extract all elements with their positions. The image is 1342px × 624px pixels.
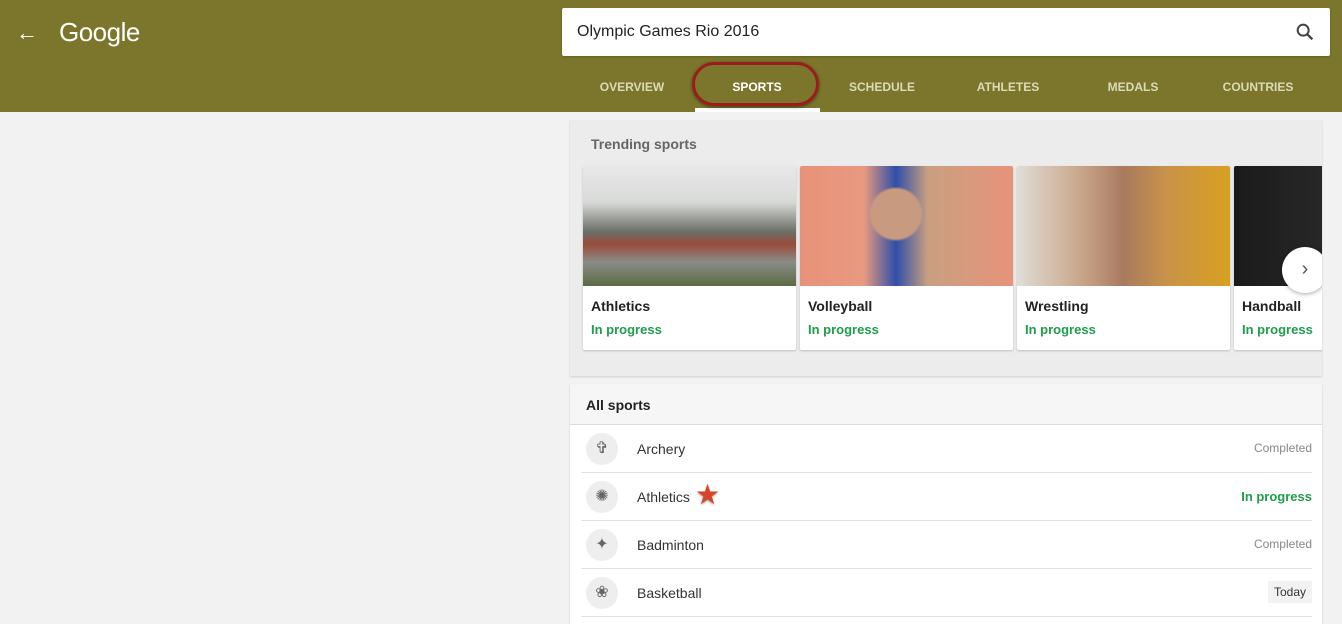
list-item-basketball[interactable]: ❀ Basketball Today [581, 569, 1312, 617]
athletics-icon: ✺ [586, 481, 618, 513]
active-tab-indicator [695, 108, 820, 112]
tab-overview[interactable]: OVERVIEW [572, 80, 692, 94]
tab-countries[interactable]: COUNTRIES [1198, 80, 1318, 94]
google-logo[interactable]: Google [59, 17, 140, 48]
chevron-right-icon[interactable]: › [1282, 247, 1322, 293]
all-sports-panel: All sports ✞ Archery Completed ✺ Athleti… [570, 384, 1322, 624]
list-item-badminton[interactable]: ✦ Badminton Completed [581, 521, 1312, 569]
search-box [562, 8, 1330, 56]
trending-sports-panel: Trending sports Athletics In progress Vo… [570, 120, 1322, 376]
trending-card-athletics[interactable]: Athletics In progress [583, 166, 796, 350]
archery-icon: ✞ [586, 433, 618, 465]
highlight-annotation [692, 62, 819, 106]
back-arrow-icon[interactable]: ← [16, 20, 38, 46]
athletics-image [583, 166, 796, 286]
list-item-athletics[interactable]: ✺ Athletics ★ In progress [581, 473, 1312, 521]
tab-medals[interactable]: MEDALS [1073, 80, 1193, 94]
search-icon[interactable] [1294, 21, 1316, 43]
header: ← Google OVERVIEW SPORTS SCHEDULE ATHLET… [0, 0, 1342, 112]
trending-card-volleyball[interactable]: Volleyball In progress [800, 166, 1013, 350]
status-badge: In progress [1241, 489, 1312, 504]
status-badge: Completed [1253, 441, 1312, 455]
search-input[interactable] [577, 8, 1257, 56]
trending-card-wrestling[interactable]: Wrestling In progress [1017, 166, 1230, 350]
status-badge: Today [1267, 581, 1312, 603]
all-sports-title: All sports [570, 384, 1322, 425]
basketball-icon: ❀ [586, 577, 618, 609]
wrestling-image [1017, 166, 1230, 286]
status-badge: Completed [1253, 537, 1312, 551]
volleyball-image [800, 166, 1013, 286]
badminton-icon: ✦ [586, 529, 618, 561]
star-annotation-icon: ★ [695, 479, 721, 510]
list-item-archery[interactable]: ✞ Archery Completed [581, 425, 1312, 473]
tab-schedule[interactable]: SCHEDULE [822, 80, 942, 94]
tab-athletes[interactable]: ATHLETES [948, 80, 1068, 94]
trending-title: Trending sports [591, 136, 697, 152]
